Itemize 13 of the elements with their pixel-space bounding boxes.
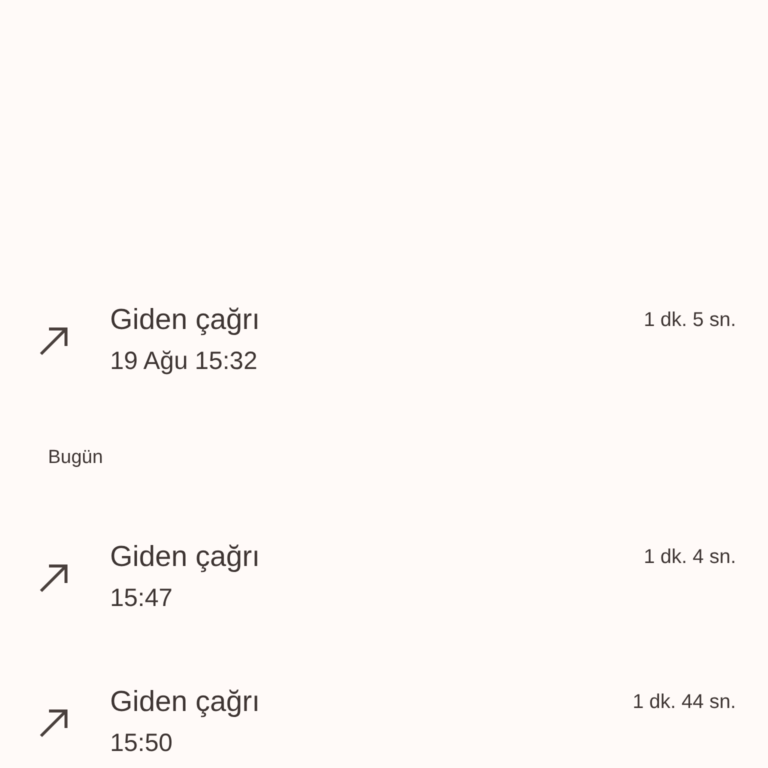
outgoing-arrow-icon	[38, 562, 70, 594]
call-type: Giden çağrı	[110, 540, 261, 575]
call-duration: 1 dk. 44 sn.	[632, 690, 737, 715]
call-duration: 1 dk. 4 sn.	[644, 545, 737, 570]
outgoing-arrow-icon	[38, 325, 70, 357]
call-duration: 1 dk. 5 sn.	[644, 308, 737, 333]
call-time: 15:50	[110, 728, 174, 759]
outgoing-arrow-icon	[38, 707, 70, 739]
call-time: 15:47	[110, 583, 174, 614]
call-time: 19 Ağu 15:32	[110, 346, 258, 377]
call-type: Giden çağrı	[110, 685, 261, 720]
call-type: Giden çağrı	[110, 303, 261, 338]
section-heading: Bugün	[47, 446, 104, 470]
